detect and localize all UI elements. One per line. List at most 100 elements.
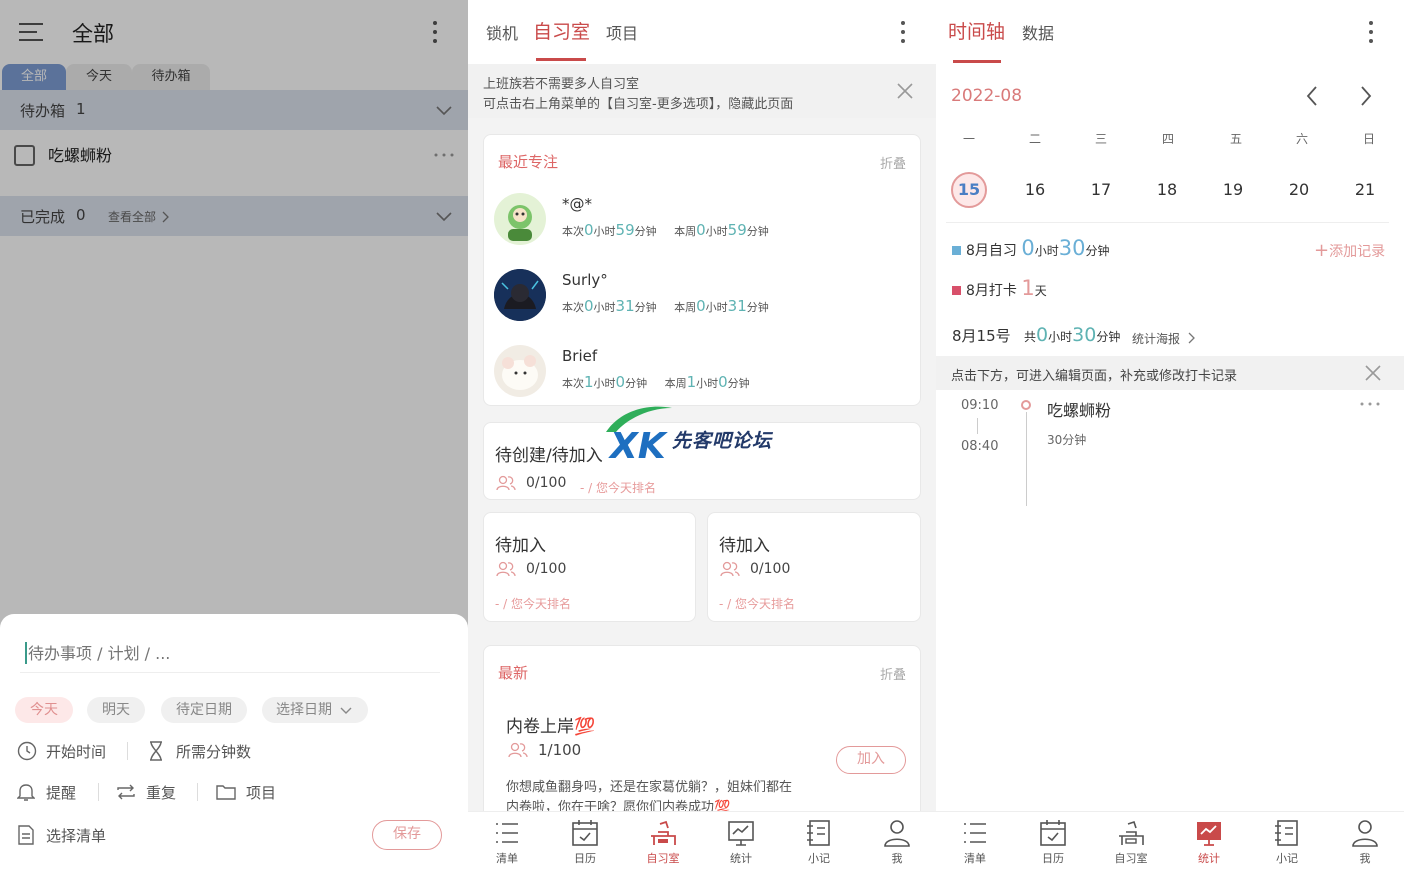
nav-notes[interactable]: 小记 [1248,812,1326,869]
add-task-sheet: 今天 明天 待定日期 选择日期 开始时间 所需分钟数 提醒 重复 项目 选择清单… [0,614,468,869]
member-row[interactable]: Brief 本次1小时0分钟 本周1小时0分钟 [494,339,934,403]
nav-study-room[interactable]: 自习室 [624,812,702,869]
save-button[interactable]: 保存 [372,820,442,850]
checkin-color-swatch [952,286,961,295]
entry-more-icon[interactable] [1360,402,1380,406]
weekday: 四 [1161,132,1174,146]
weekday: 一 [962,132,975,146]
nav-me[interactable]: 我 [1326,812,1404,869]
stats-poster-link[interactable]: 统计海报 [1132,330,1180,347]
room-card[interactable]: 待加入 0/100 - / 您今天排名 [483,512,696,622]
join-button[interactable]: 加入 [836,746,906,774]
notebook-icon [1275,820,1298,846]
fold-button[interactable]: 折叠 [880,664,906,683]
day-cell[interactable]: 18 [1148,180,1186,199]
nav-notes[interactable]: 小记 [780,812,858,869]
member-row[interactable]: Surly° 本次0小时31分钟 本周0小时31分钟 [494,263,934,327]
tab-project[interactable]: 项目 [606,20,638,44]
month-label[interactable]: 2022-08 [951,86,1022,106]
start-time-option[interactable]: 开始时间 [46,741,106,762]
total-hours: 0 [1036,324,1049,346]
stats-monitor-icon [1197,822,1221,846]
room-name[interactable]: 内卷上岸💯 [506,712,595,737]
chip-choose-date[interactable]: 选择日期 [262,697,368,723]
study-stat: 8月自习 0小时30分钟 [952,236,1110,260]
add-record-button[interactable]: +添加记录 [1314,240,1385,261]
more-icon[interactable] [1368,20,1374,44]
watermark-text: 先客吧论坛 [672,430,773,452]
stat-label: 本周 [664,377,687,390]
choose-list-option[interactable]: 选择清单 [46,825,106,846]
nav-calendar[interactable]: 日历 [546,812,624,869]
notice-banner: 上班族若不需要多人自习室 可点击右上角菜单的【自习室-更多选项】，隐藏此页面 [468,64,936,118]
chip-pending-date[interactable]: 待定日期 [161,697,247,723]
stat-hours: 0 [584,297,594,315]
stat-label: 本次 [562,301,584,314]
chip-tomorrow[interactable]: 明天 [87,697,145,723]
bottom-nav: 清单 日历 自习室 统计 小记 我 [936,811,1404,869]
day-summary: 8月15号 共0小时30分钟 [952,324,1120,346]
entry-start-time: 09:10 [961,398,999,413]
stat-hours: 0 [696,221,706,239]
more-icon[interactable] [900,20,906,44]
study-header: 锁机 自习室 项目 [468,0,936,64]
watermark-logo-icon: XK [606,406,672,462]
study-desk-icon [1119,820,1144,845]
nav-study-room[interactable]: 自习室 [1092,812,1170,869]
weekday: 五 [1229,132,1242,146]
nav-calendar[interactable]: 日历 [1014,812,1092,869]
entry-title[interactable]: 吃螺蛳粉 [1047,397,1111,421]
chevron-left-icon[interactable] [1306,86,1318,106]
recent-focus-title: 最近专注 [498,153,559,171]
weekday: 三 [1094,132,1107,146]
nav-stats[interactable]: 统计 [1170,812,1248,869]
day-cell[interactable]: 19 [1214,180,1252,199]
chevron-right-icon[interactable] [1360,86,1372,106]
member-row[interactable]: *@* 本次0小时59分钟 本周0小时59分钟 [494,187,934,251]
timeline-header: 时间轴 数据 [936,0,1404,64]
tab-study-room[interactable]: 自习室 [533,17,590,44]
tab-timeline[interactable]: 时间轴 [948,17,1005,44]
chip-today[interactable]: 今天 [15,697,73,723]
plus-icon: + [1314,240,1330,261]
task-input[interactable] [28,640,438,666]
study-color-swatch [952,246,961,255]
nav-me[interactable]: 我 [858,812,936,869]
notebook-icon [807,820,830,846]
minute-unit: 分钟 [1096,330,1121,344]
day-cell[interactable]: 17 [1082,180,1120,199]
room-card[interactable]: 待加入 0/100 - / 您今天排名 [707,512,921,622]
fold-button[interactable]: 折叠 [880,153,906,172]
room-count: 1/100 [538,741,582,759]
clock-icon [17,741,37,761]
hourglass-icon [150,741,162,761]
member-stats: 本次0小时59分钟 本周0小时59分钟 [562,221,769,239]
reminder-option[interactable]: 提醒 [46,782,76,803]
hour-unit: 小时 [1034,244,1059,258]
nav-list[interactable]: 清单 [936,812,1014,869]
nav-list[interactable]: 清单 [468,812,546,869]
day-cell[interactable]: 15 [950,180,988,199]
tab-data[interactable]: 数据 [1022,20,1054,44]
close-icon[interactable] [1365,365,1381,381]
weekday: 六 [1295,132,1308,146]
tip-text: 点击下方，可进入编辑页面，补充或修改打卡记录 [951,369,1238,384]
day-cell[interactable]: 20 [1280,180,1318,199]
project-option[interactable]: 项目 [246,782,276,803]
checkin-label: 8月打卡 [966,283,1017,299]
day-unit: 天 [1034,284,1047,298]
close-icon[interactable] [897,83,913,99]
stat-label: 本周 [674,225,697,238]
hour-unit: 小时 [593,301,616,314]
nav-label: 我 [891,852,903,865]
stat-label: 本周 [674,301,697,314]
user-icon [884,820,910,847]
time-connector [977,418,978,434]
day-cell[interactable]: 16 [1016,180,1054,199]
nav-stats[interactable]: 统计 [702,812,780,869]
repeat-option[interactable]: 重复 [146,782,176,803]
divider [20,672,440,673]
tab-lock[interactable]: 锁机 [486,20,518,44]
duration-option[interactable]: 所需分钟数 [176,741,251,762]
day-cell[interactable]: 21 [1346,180,1384,199]
